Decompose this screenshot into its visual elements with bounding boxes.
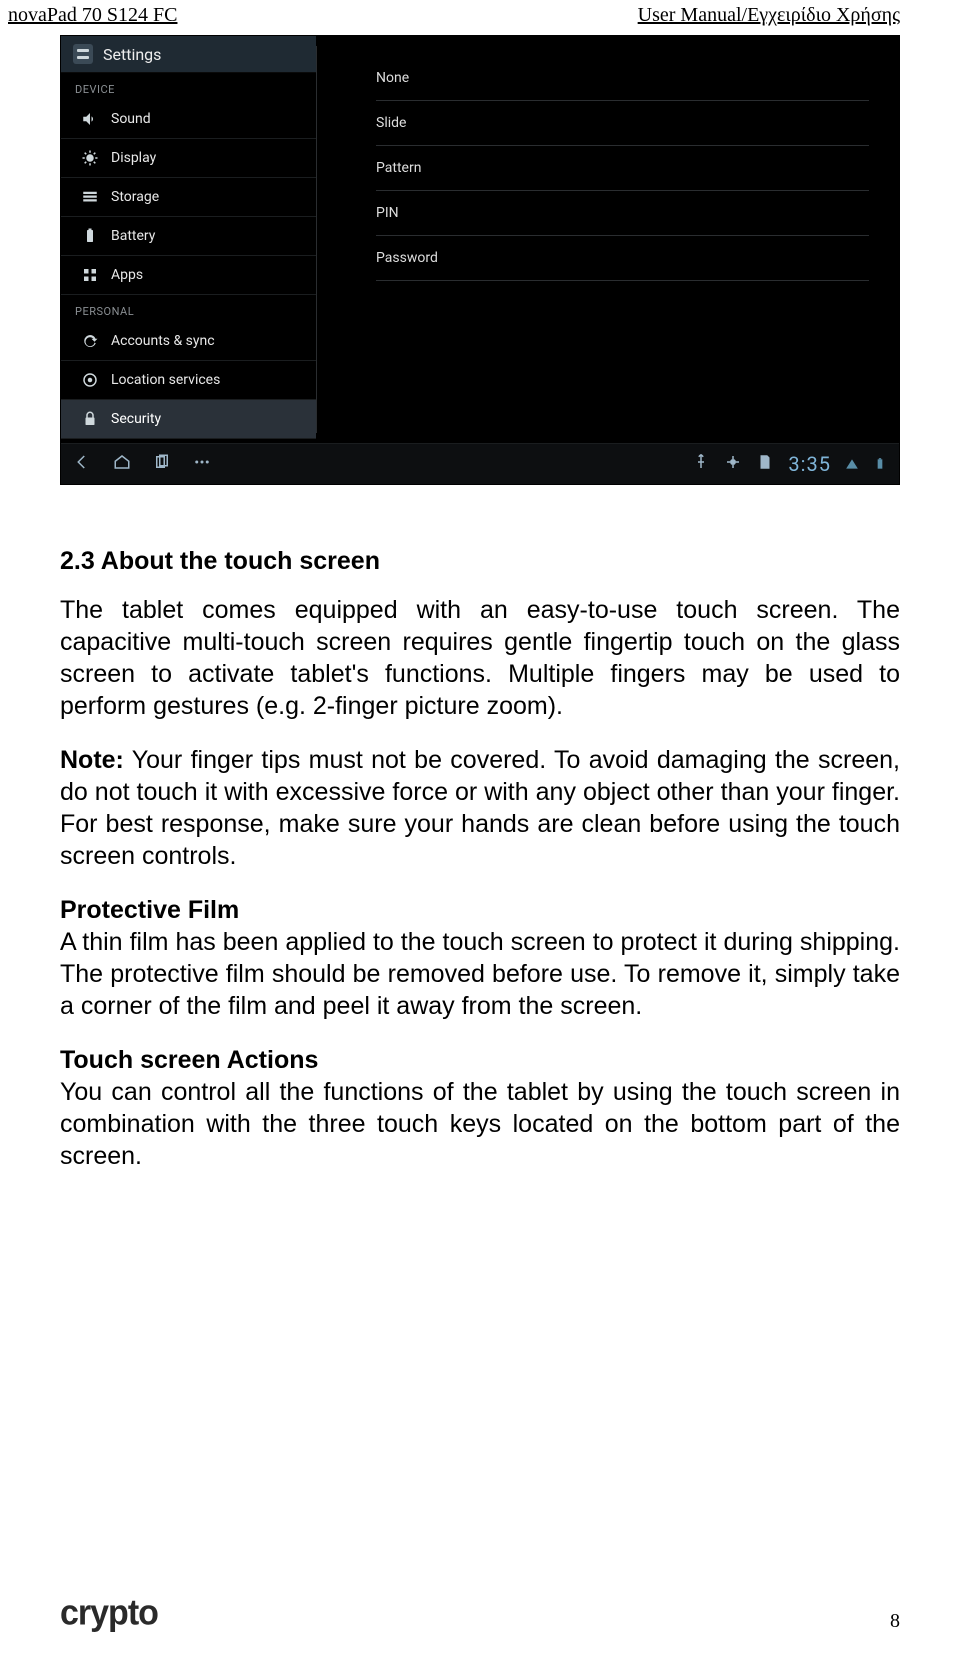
sound-icon [81,110,99,128]
sidebar-item-location[interactable]: Location services [61,361,316,400]
note-paragraph: Note: Your finger tips must not be cover… [60,744,900,872]
sidebar-item-accounts-sync[interactable]: Accounts & sync [61,322,316,361]
sidebar-item-label: Storage [111,189,159,205]
display-icon [81,149,99,167]
category-device: DEVICE [61,73,316,100]
touch-actions-block: Touch screen Actions You can control all… [60,1044,900,1172]
lock-icon [81,410,99,428]
storage-icon [81,188,99,206]
doc-title: User Manual/Εγχειρίδιο Χρήσης [638,4,900,27]
sub-heading: Protective Film [60,896,239,924]
apps-icon [81,266,99,284]
option-slide[interactable]: Slide [376,101,869,146]
sidebar-item-security[interactable]: Security [61,400,316,439]
sidebar-item-label: Sound [111,111,151,127]
category-personal: PERSONAL [61,295,316,322]
note-text: Your finger tips must not be covered. To… [60,746,900,870]
sidebar-item-storage[interactable]: Storage [61,178,316,217]
option-none[interactable]: None [376,56,869,101]
brand-logo: crypto [60,1593,158,1634]
battery-status-icon [873,457,887,471]
doc-model: novaPad 70 S124 FC [8,4,177,27]
settings-header[interactable]: Settings [61,36,316,73]
sidebar-item-apps[interactable]: Apps [61,256,316,295]
sidebar-item-sound[interactable]: Sound [61,100,316,139]
sidebar-item-label: Battery [111,228,155,244]
sidebar-item-label: Security [111,411,161,427]
sidebar-item-label: Location services [111,372,220,388]
sidebar-item-label: Display [111,150,156,166]
wifi-icon [845,457,859,471]
section-heading: 2.3 About the touch screen [60,547,900,576]
sd-icon [756,453,774,475]
screenshot-frame: Settings DEVICE Sound Display Storage [60,35,900,485]
back-icon[interactable] [73,453,91,475]
battery-icon [81,227,99,245]
settings-title-text: Settings [103,45,161,64]
sidebar-item-label: Accounts & sync [111,333,215,349]
android-settings-screenshot: Settings DEVICE Sound Display Storage [61,36,899,484]
page-header: novaPad 70 S124 FC User Manual/Εγχειρίδι… [0,0,960,29]
system-navbar: 3:35 [61,443,899,484]
recents-icon[interactable] [153,453,171,475]
paragraph-text: A thin film has been applied to the touc… [60,928,900,1020]
security-options-pane: None Slide Pattern PIN Password [316,36,899,443]
sidebar-item-display[interactable]: Display [61,139,316,178]
page-footer: crypto 8 [0,1594,960,1633]
option-pin[interactable]: PIN [376,191,869,236]
note-label: Note: [60,746,124,774]
sub-heading: Touch screen Actions [60,1046,318,1074]
settings-icon [73,44,93,64]
settings-sidebar: Settings DEVICE Sound Display Storage [61,36,316,443]
option-password[interactable]: Password [376,236,869,281]
location-icon [81,371,99,389]
sidebar-item-label: Apps [111,267,143,283]
usb-icon [692,453,710,475]
paragraph-text: You can control all the functions of the… [60,1078,900,1170]
debug-icon [724,453,742,475]
page-number: 8 [890,1610,900,1633]
document-body: 2.3 About the touch screen The tablet co… [0,485,960,1172]
sync-icon [81,332,99,350]
status-clock: 3:35 [788,452,831,476]
sidebar-item-battery[interactable]: Battery [61,217,316,256]
paragraph: The tablet comes equipped with an easy-t… [60,594,900,722]
protective-film-block: Protective Film A thin film has been app… [60,894,900,1022]
option-pattern[interactable]: Pattern [376,146,869,191]
menu-icon[interactable] [193,453,211,475]
sidebar-item-language-input[interactable]: Language & input [61,439,316,443]
home-icon[interactable] [113,453,131,475]
